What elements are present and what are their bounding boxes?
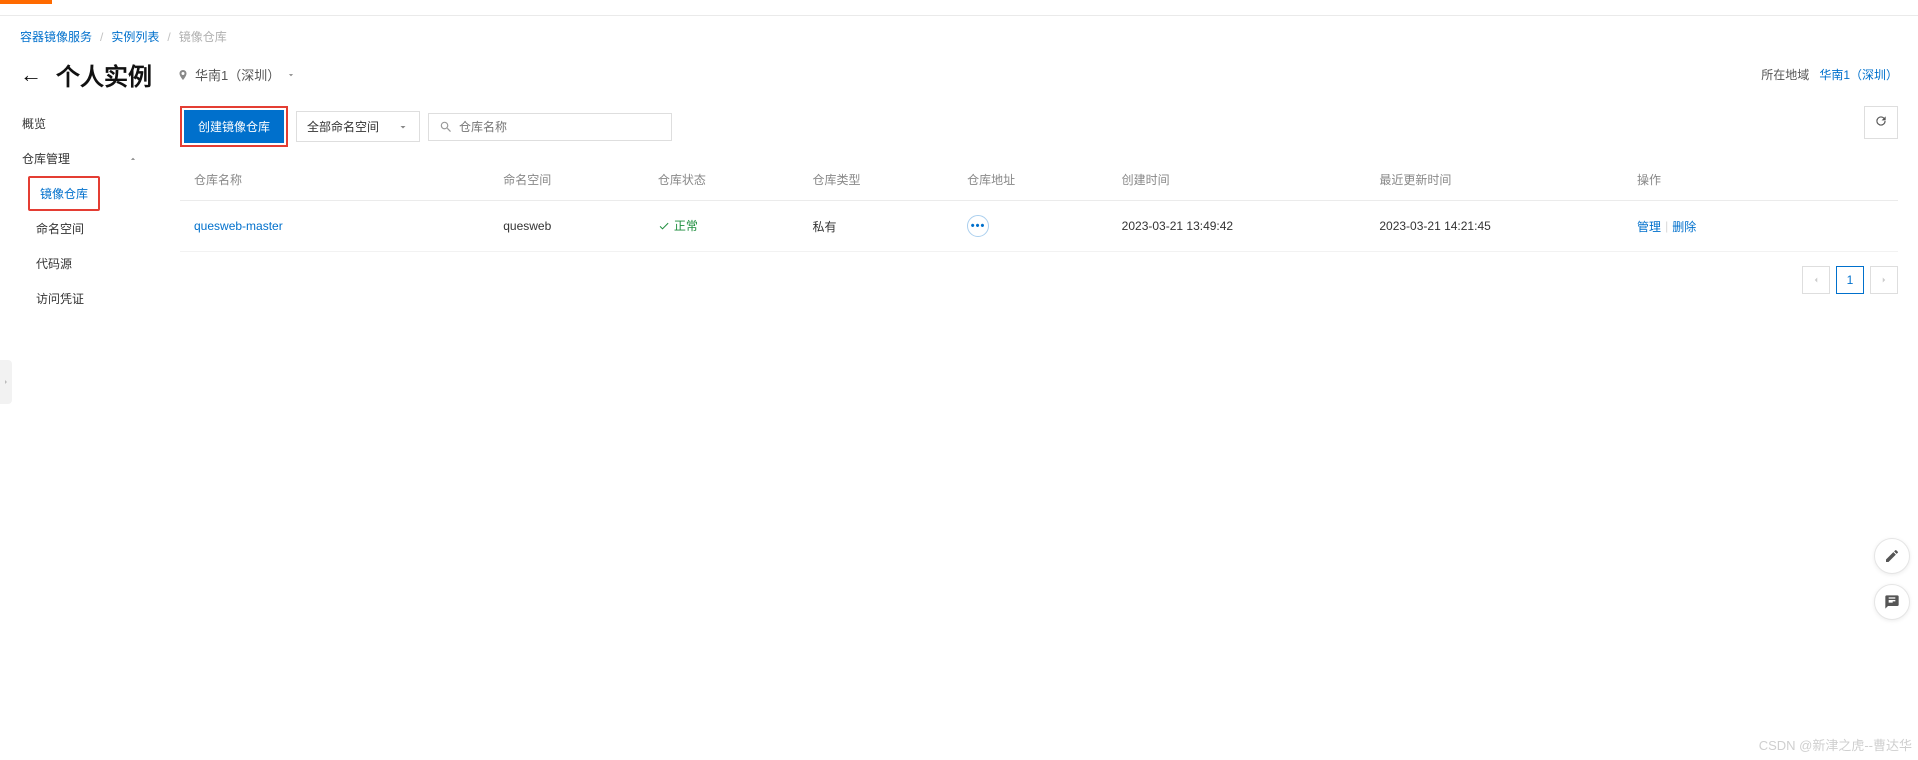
chevron-right-icon	[2, 378, 10, 386]
col-status: 仓库状态	[644, 159, 799, 201]
sidebar-item-repo-mgmt[interactable]: 仓库管理	[4, 141, 156, 176]
main-content: 创建镜像仓库 全部命名空间 仓库名称 命名空间 仓库状态 仓库类型	[160, 106, 1918, 316]
sidebar-item-image-repo[interactable]: 镜像仓库	[30, 178, 98, 209]
breadcrumb-item-service[interactable]: 容器镜像服务	[20, 28, 92, 45]
page-header: ← 个人实例 华南1（深圳） 所在地域 华南1（深圳）	[0, 57, 1918, 106]
toolbar: 创建镜像仓库 全部命名空间	[180, 106, 1898, 147]
col-addr: 仓库地址	[953, 159, 1108, 201]
prev-page-button[interactable]	[1802, 266, 1830, 294]
cell-ns: quesweb	[489, 201, 644, 252]
next-page-button[interactable]	[1870, 266, 1898, 294]
cell-created: 2023-03-21 13:49:42	[1108, 201, 1366, 252]
namespace-filter-label: 全部命名空间	[307, 118, 379, 135]
search-input[interactable]	[459, 120, 661, 134]
search-icon	[439, 120, 453, 134]
chevron-down-icon	[397, 121, 409, 133]
highlight-marker: 镜像仓库	[28, 176, 100, 211]
cell-updated: 2023-03-21 14:21:45	[1365, 201, 1623, 252]
delete-link[interactable]: 删除	[1672, 218, 1696, 235]
chevron-left-icon	[1811, 275, 1821, 285]
manage-link[interactable]: 管理	[1637, 218, 1661, 235]
watermark: CSDN @新津之虎--曹达华	[1759, 735, 1912, 754]
chat-icon	[1884, 594, 1900, 610]
pencil-icon	[1884, 548, 1900, 564]
highlight-marker: 创建镜像仓库	[180, 106, 288, 147]
sidebar-item-label: 概览	[22, 115, 46, 132]
col-ops: 操作	[1623, 159, 1898, 201]
top-divider	[0, 4, 1918, 16]
back-arrow-icon[interactable]: ←	[20, 62, 42, 88]
namespace-filter-select[interactable]: 全部命名空间	[296, 111, 420, 142]
chat-float-button[interactable]	[1874, 584, 1910, 620]
floating-toolbar	[1874, 538, 1910, 620]
sidebar-item-code-source[interactable]: 代码源	[4, 246, 156, 281]
table-header-row: 仓库名称 命名空间 仓库状态 仓库类型 仓库地址 创建时间 最近更新时间 操作	[180, 159, 1898, 201]
repo-table: 仓库名称 命名空间 仓库状态 仓库类型 仓库地址 创建时间 最近更新时间 操作 …	[180, 159, 1898, 252]
chevron-up-icon	[128, 154, 138, 164]
page-title: 个人实例	[56, 57, 152, 92]
page-1-button[interactable]: 1	[1836, 266, 1864, 294]
check-icon	[658, 220, 670, 232]
sidebar-item-image-repo-wrap: 镜像仓库	[4, 176, 156, 211]
chevron-right-icon	[1879, 275, 1889, 285]
cell-ops: 管理 | 删除	[1623, 201, 1898, 252]
region-selector[interactable]: 华南1（深圳）	[166, 60, 307, 89]
breadcrumb: 容器镜像服务 / 实例列表 / 镜像仓库	[0, 16, 1918, 57]
repo-name-link[interactable]: quesweb-master	[194, 219, 283, 233]
refresh-icon	[1874, 114, 1888, 128]
sidebar-item-overview[interactable]: 概览	[4, 106, 156, 141]
region-value[interactable]: 华南1（深圳）	[1819, 66, 1898, 83]
region-label: 所在地域	[1761, 66, 1809, 83]
refresh-button[interactable]	[1864, 106, 1898, 139]
col-updated: 最近更新时间	[1365, 159, 1623, 201]
ops-separator: |	[1665, 219, 1668, 233]
cell-status: 正常	[644, 201, 799, 252]
sidebar-item-access-cred[interactable]: 访问凭证	[4, 281, 156, 316]
edit-float-button[interactable]	[1874, 538, 1910, 574]
create-repo-button[interactable]: 创建镜像仓库	[184, 110, 284, 143]
sidebar-item-namespace[interactable]: 命名空间	[4, 211, 156, 246]
search-box[interactable]	[428, 113, 672, 141]
chevron-down-icon	[286, 70, 296, 80]
col-name: 仓库名称	[180, 159, 489, 201]
col-type: 仓库类型	[798, 159, 953, 201]
status-text: 正常	[674, 217, 698, 234]
region-selector-label: 华南1（深圳）	[195, 65, 280, 84]
breadcrumb-sep: /	[100, 30, 103, 44]
sidebar: 概览 仓库管理 镜像仓库 命名空间 代码源 访问凭证	[0, 106, 160, 316]
cell-type: 私有	[798, 201, 953, 252]
col-ns: 命名空间	[489, 159, 644, 201]
more-address-icon[interactable]: •••	[967, 215, 989, 237]
col-created: 创建时间	[1108, 159, 1366, 201]
table-row: quesweb-master quesweb 正常 私有 ••• 2023-03…	[180, 201, 1898, 252]
sidebar-item-label: 仓库管理	[22, 150, 70, 167]
breadcrumb-item-instances[interactable]: 实例列表	[111, 28, 159, 45]
location-pin-icon	[177, 69, 189, 81]
cell-addr: •••	[953, 201, 1108, 252]
breadcrumb-sep: /	[167, 30, 170, 44]
breadcrumb-item-current: 镜像仓库	[179, 28, 227, 45]
pagination: 1	[180, 266, 1898, 294]
sidebar-collapse-handle[interactable]	[0, 360, 12, 404]
